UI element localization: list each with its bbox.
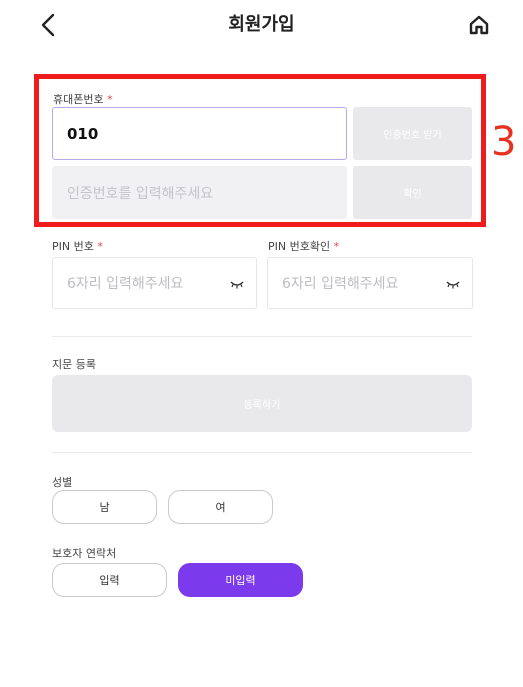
eye-closed-icon[interactable] [230,281,244,289]
pin-input[interactable]: 6자리 입력해주세요 [52,257,257,309]
gender-label: 성별 [52,476,73,489]
step-number: 3 [491,119,517,165]
header-bar: 회원가입 [0,0,523,50]
pin-confirm-input[interactable]: 6자리 입력해주세요 [267,257,473,309]
fingerprint-label: 지문 등록 [52,358,96,371]
gender-female-option[interactable]: 여 [168,490,273,524]
pin-confirm-label: PIN 번호확인 * [268,238,339,254]
home-button[interactable] [464,10,494,40]
guardian-input-option[interactable]: 입력 [52,563,167,597]
pin-confirm-label-text: PIN 번호확인 [268,240,331,253]
page-title: 회원가입 [228,14,295,35]
register-fingerprint-button[interactable]: 등록하기 [52,375,472,432]
highlight-box [34,74,486,227]
pin-label-text: PIN 번호 [52,240,94,253]
pin-placeholder: 6자리 입력해주세요 [67,276,184,292]
eye-closed-icon[interactable] [446,281,460,289]
pin-confirm-placeholder: 6자리 입력해주세요 [282,276,399,292]
gender-male-option[interactable]: 남 [52,490,157,524]
section-divider [52,452,472,453]
pin-label: PIN 번호 * [52,238,103,254]
section-divider [52,336,472,337]
home-icon [469,15,489,35]
guardian-contact-label: 보호자 연락처 [52,547,117,560]
guardian-none-option[interactable]: 미입력 [178,563,303,597]
required-mark: * [333,240,340,253]
required-mark: * [97,240,103,253]
